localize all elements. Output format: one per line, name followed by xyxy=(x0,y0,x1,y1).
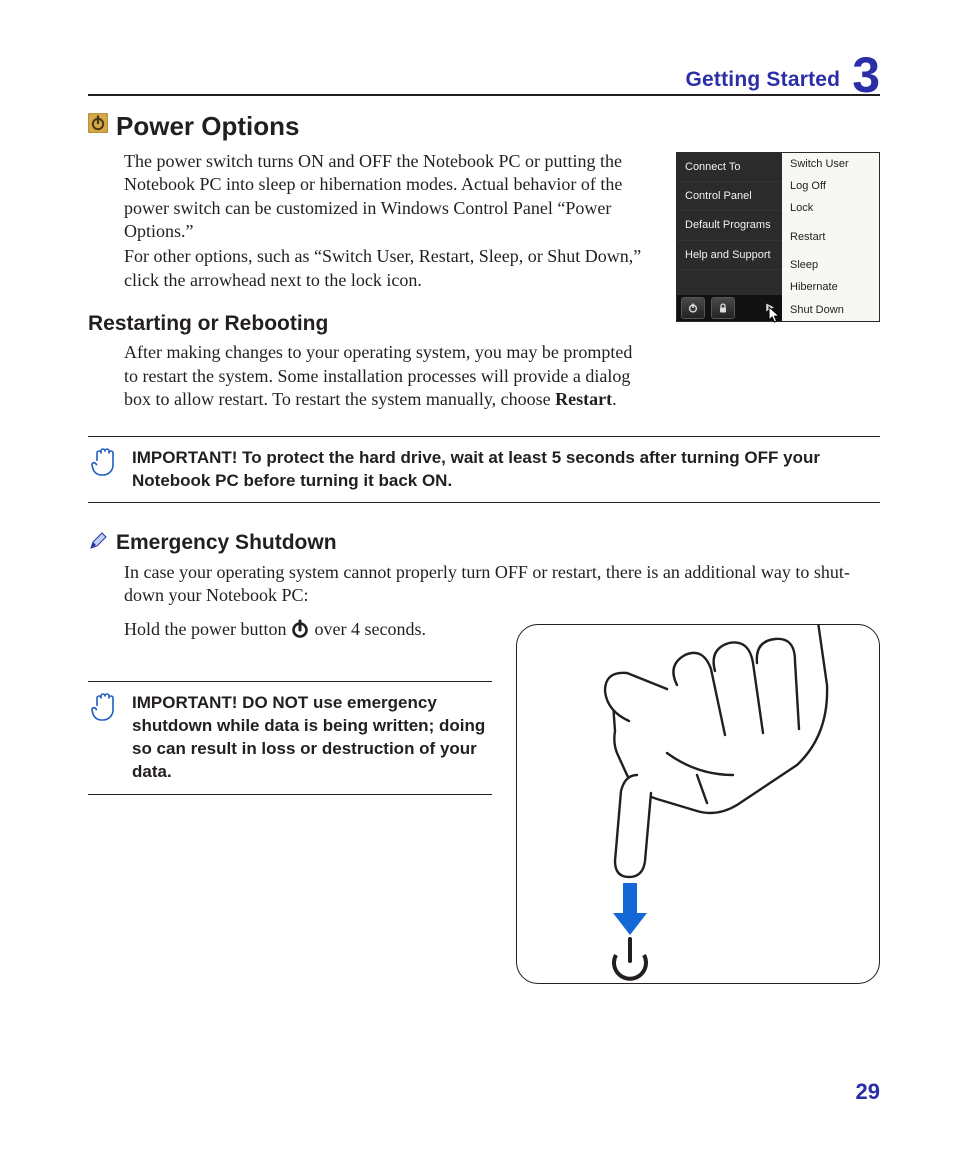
notice-text: IMPORTANT! To protect the hard drive, wa… xyxy=(132,448,820,490)
menu-item: Hibernate xyxy=(782,276,879,298)
body-text: Hold the power button over 4 seconds. xyxy=(124,618,492,641)
body-text: After making changes to your operating s… xyxy=(124,341,644,411)
chapter-label: Getting Started xyxy=(686,66,841,93)
notice-text: IMPORTANT! DO NOT use emergency shutdown… xyxy=(132,693,485,781)
chapter-number: 3 xyxy=(852,50,880,100)
windows-shutdown-menu: Connect To Control Panel Default Program… xyxy=(676,152,880,346)
important-notice: IMPORTANT! DO NOT use emergency shutdown… xyxy=(88,681,492,795)
menu-item: Default Programs xyxy=(677,211,782,240)
power-icon xyxy=(290,619,310,639)
menu-item: Log Off xyxy=(782,175,879,197)
hand-stop-icon xyxy=(90,445,120,486)
menu-item: Control Panel xyxy=(677,182,782,211)
hand-press-illustration xyxy=(516,624,880,984)
page-header: Getting Started 3 xyxy=(88,44,880,96)
body-text: In case your operating system cannot pro… xyxy=(124,561,880,608)
power-icon xyxy=(86,113,110,133)
section-power-options: Power Options Connect To Control Panel D… xyxy=(88,110,880,984)
menu-item: Sleep xyxy=(782,254,879,276)
down-arrow-icon xyxy=(613,883,647,935)
heading-power-options: Power Options xyxy=(116,110,880,144)
heading-emergency-shutdown: Emergency Shutdown xyxy=(116,529,880,556)
menu-item: Help and Support xyxy=(677,241,782,270)
menu-item: Switch User xyxy=(782,153,879,175)
mouse-cursor-icon xyxy=(768,306,782,324)
pencil-icon xyxy=(86,531,110,551)
menu-item: Shut Down xyxy=(782,299,879,321)
hand-stop-icon xyxy=(90,690,120,731)
menu-item: Lock xyxy=(782,197,879,219)
menu-item: Restart xyxy=(782,226,879,248)
important-notice: IMPORTANT! To protect the hard drive, wa… xyxy=(88,436,880,504)
power-icon xyxy=(681,297,705,319)
power-icon xyxy=(614,939,646,979)
lock-icon xyxy=(711,297,735,319)
body-text: For other options, such as “Switch User,… xyxy=(124,245,644,292)
menu-item: Connect To xyxy=(677,153,782,182)
page-number: 29 xyxy=(856,1078,880,1107)
